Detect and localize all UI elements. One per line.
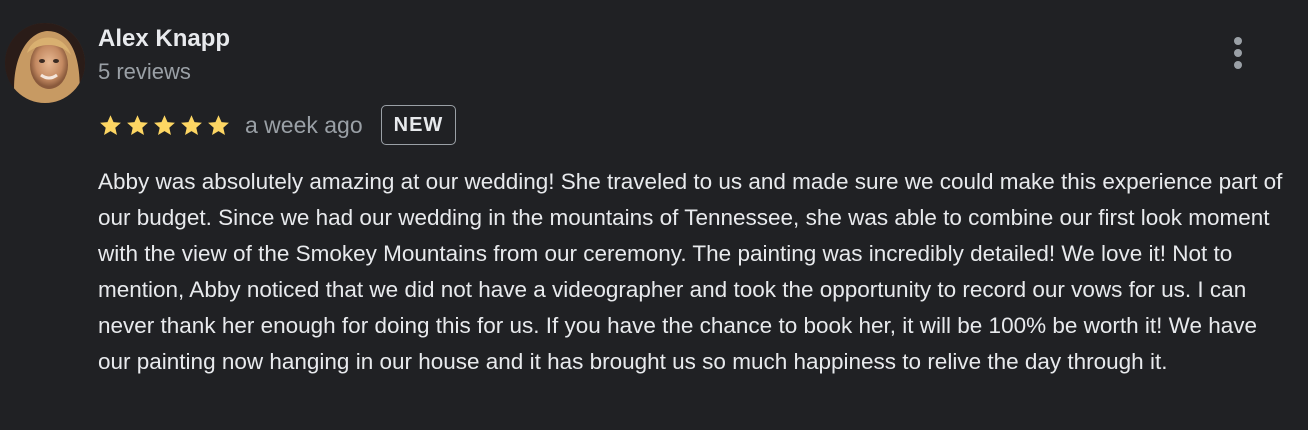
star-icon <box>181 114 202 135</box>
author-name[interactable]: Alex Knapp <box>98 24 230 54</box>
star-icon <box>208 114 229 135</box>
more-vertical-icon <box>1234 37 1242 69</box>
author-review-count[interactable]: 5 reviews <box>98 58 191 86</box>
rating-row: a week ago NEW <box>98 104 457 146</box>
more-options-button[interactable] <box>1222 34 1254 72</box>
review-date: a week ago <box>245 111 363 138</box>
star-icon <box>127 114 148 135</box>
review-text: Abby was absolutely amazing at our weddi… <box>98 169 1283 374</box>
avatar-photo <box>5 23 85 103</box>
star-rating <box>98 113 231 138</box>
author-avatar[interactable] <box>5 23 85 103</box>
star-icon <box>154 114 175 135</box>
star-icon <box>100 114 121 135</box>
new-badge: NEW <box>380 105 457 145</box>
